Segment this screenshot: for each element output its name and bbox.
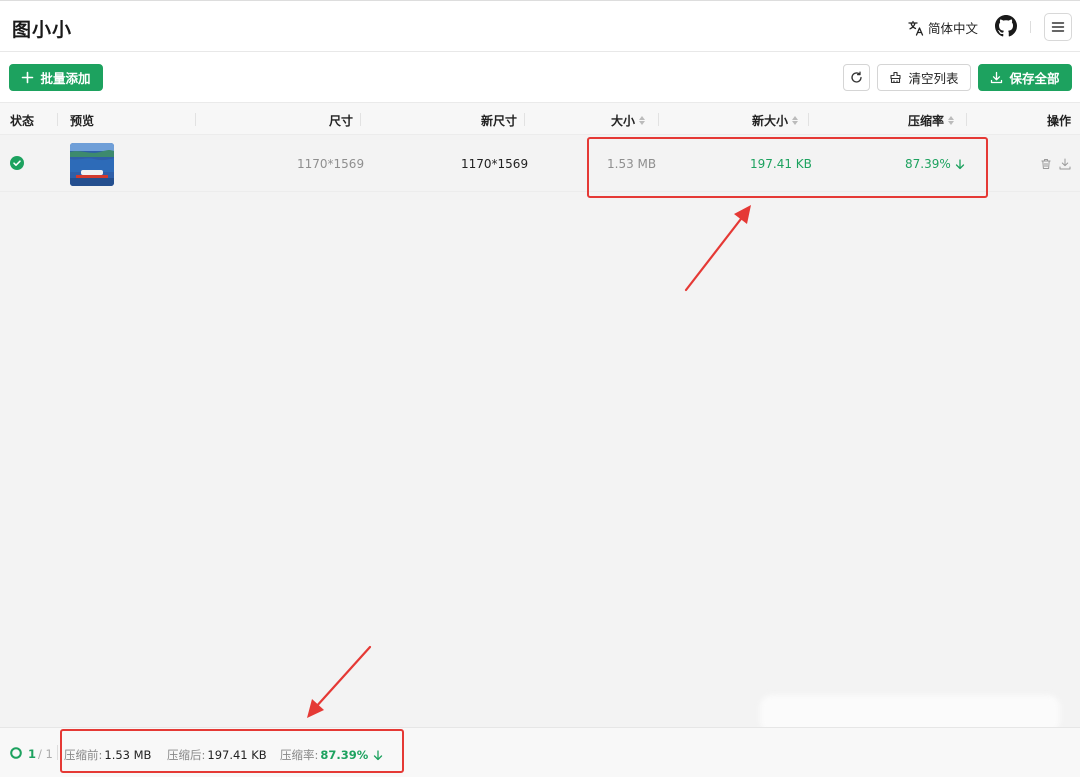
image-thumbnail[interactable] — [70, 143, 114, 186]
language-switcher[interactable]: 简体中文 — [908, 18, 978, 37]
refresh-icon — [851, 71, 862, 83]
column-divider — [360, 113, 361, 126]
highlight-box-row — [587, 137, 988, 198]
batch-add-label: 批量添加 — [40, 71, 91, 86]
new-dimensions: 1170*1569 — [461, 157, 529, 171]
sort-icon[interactable] — [792, 116, 799, 125]
clear-icon — [890, 71, 902, 84]
column-new-file-size[interactable]: 新大小 — [752, 112, 799, 129]
download-icon[interactable] — [1059, 158, 1071, 170]
highlight-box-footer — [60, 729, 404, 773]
github-icon[interactable] — [995, 15, 1017, 37]
hamburger-icon — [1051, 22, 1065, 32]
sort-icon[interactable] — [639, 116, 646, 125]
column-file-size[interactable]: 大小 — [611, 112, 646, 129]
plus-icon — [22, 71, 34, 84]
column-divider — [524, 113, 525, 126]
column-ratio[interactable]: 压缩率 — [908, 112, 955, 129]
save-all-button[interactable]: 保存全部 — [978, 64, 1072, 91]
app-header: 图小小 简体中文 — [0, 0, 1080, 52]
language-label: 简体中文 — [928, 21, 979, 36]
column-size: 尺寸 — [329, 114, 354, 128]
toolbar: 批量添加 清空列表 保存全部 — [0, 52, 1080, 103]
batch-add-button[interactable]: 批量添加 — [9, 64, 103, 91]
column-divider — [966, 113, 967, 126]
column-divider — [57, 113, 58, 126]
footer-divider — [57, 745, 58, 760]
save-all-label: 保存全部 — [1009, 71, 1060, 86]
app-title: 图小小 — [12, 19, 73, 41]
clear-list-label: 清空列表 — [908, 71, 959, 86]
clear-list-button[interactable]: 清空列表 — [877, 64, 971, 91]
column-actions: 操作 — [1047, 114, 1072, 128]
column-new-size: 新尺寸 — [481, 114, 518, 128]
trash-icon[interactable] — [1040, 158, 1052, 170]
column-status: 状态 — [10, 114, 35, 128]
list-empty-area — [0, 192, 1080, 727]
progress-count: 1 / 1 — [28, 747, 53, 761]
column-divider — [808, 113, 809, 126]
progress-ring-icon — [10, 747, 22, 759]
table-header: 状态 预览 尺寸 新尺寸 大小 新大小 压缩率 操作 — [0, 103, 1080, 135]
menu-button[interactable] — [1044, 13, 1072, 41]
header-divider — [1030, 21, 1031, 33]
download-icon — [991, 71, 1003, 84]
column-preview: 预览 — [70, 114, 95, 128]
column-divider — [195, 113, 196, 126]
original-dimensions: 1170*1569 — [297, 157, 365, 171]
sort-icon[interactable] — [948, 116, 955, 125]
refresh-button[interactable] — [843, 64, 870, 91]
check-circle-icon — [10, 156, 24, 170]
translate-icon — [908, 20, 924, 36]
column-divider — [658, 113, 659, 126]
